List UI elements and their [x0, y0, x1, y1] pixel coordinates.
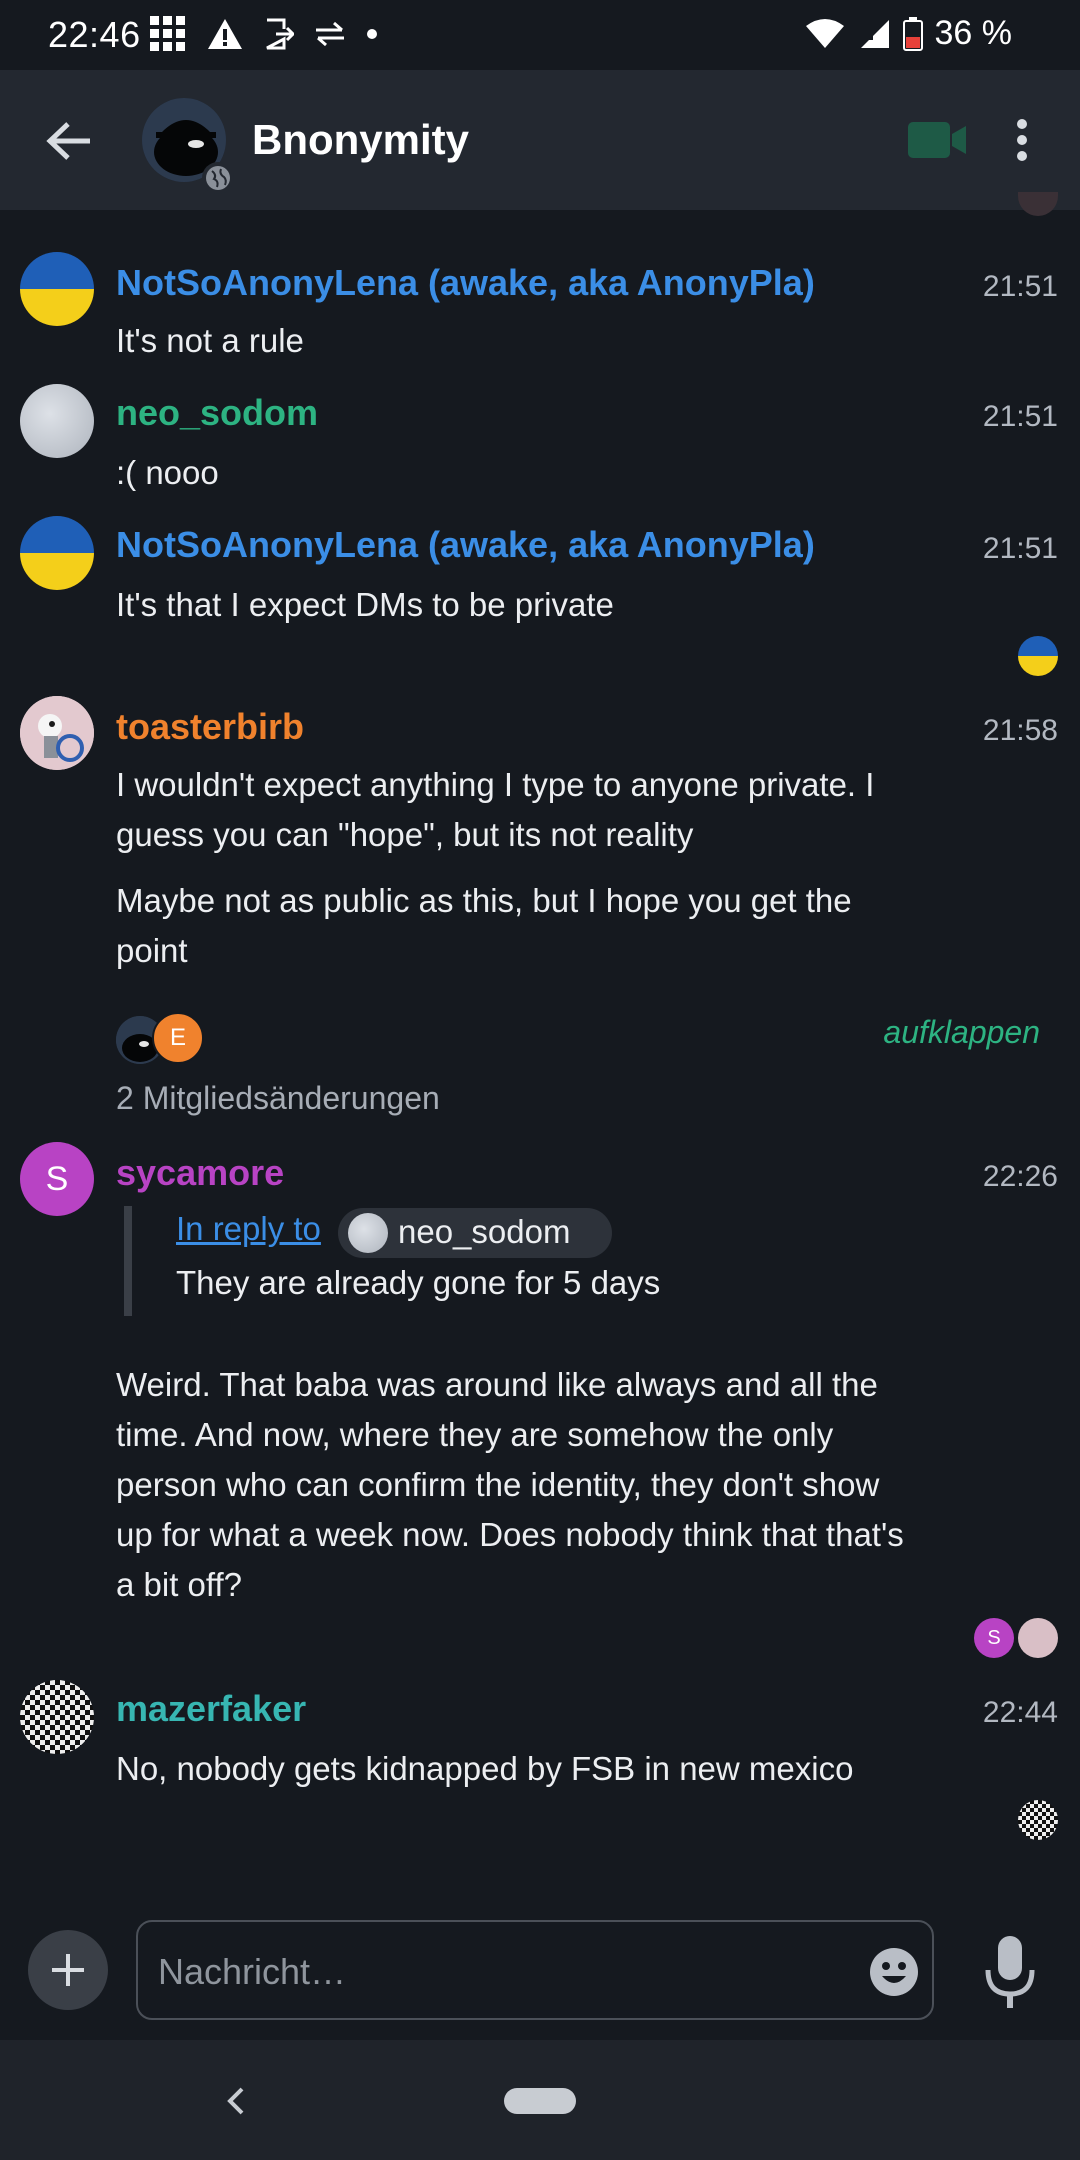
- bird-icon: [20, 696, 94, 770]
- message-body: Maybe not as public as this, but I hope …: [116, 876, 852, 976]
- avatar[interactable]: [20, 252, 94, 326]
- avatar[interactable]: [20, 384, 94, 458]
- message-text: No, nobody gets kidnapped by FSB in new …: [116, 1750, 854, 1787]
- message-sender[interactable]: neo_sodom: [116, 392, 318, 434]
- message-sender[interactable]: mazerfaker: [116, 1688, 306, 1730]
- reply-quote-text: They are already gone for 5 days: [176, 1264, 661, 1301]
- status-notification-icons: [150, 16, 378, 52]
- attach-button[interactable]: [28, 1930, 108, 2010]
- message-text: I wouldn't expect anything I type to any…: [116, 766, 875, 803]
- message-text: a bit off?: [116, 1566, 242, 1603]
- sync-arrows-icon: [316, 21, 344, 47]
- signal-icon: [860, 19, 889, 48]
- message-body: :( nooo: [116, 448, 219, 498]
- member-avatar: E: [152, 1012, 204, 1064]
- message-time: 21:58: [982, 714, 1058, 747]
- read-receipt-avatar: [1018, 192, 1058, 216]
- read-receipt-avatar: S: [974, 1618, 1014, 1658]
- chat-app-bar: Bnonymity: [0, 70, 1080, 210]
- video-call-icon[interactable]: [908, 122, 966, 158]
- message-text: It's that I expect DMs to be private: [116, 586, 614, 623]
- mic-icon[interactable]: [982, 1934, 1038, 2010]
- avatar-letter: S: [45, 1160, 69, 1198]
- avatar[interactable]: [20, 696, 94, 770]
- reply-user-name: neo_sodom: [398, 1213, 571, 1250]
- message-sender[interactable]: NotSoAnonyLena (awake, aka AnonyPla): [116, 524, 815, 566]
- message-body: Weird. That baba was around like always …: [116, 1360, 904, 1610]
- avatar[interactable]: [20, 1680, 94, 1754]
- in-reply-to-link[interactable]: In reply to: [176, 1210, 321, 1248]
- message-time: 21:51: [982, 400, 1058, 433]
- back-arrow-icon[interactable]: [46, 120, 92, 162]
- dot-icon: [367, 29, 377, 39]
- avatar-letter: S: [987, 1627, 1001, 1649]
- grid-icon: [150, 16, 185, 51]
- message-text: guess you can "hope", but its not realit…: [116, 816, 694, 853]
- globe-icon: [206, 166, 230, 190]
- warning-icon: [208, 19, 242, 49]
- home-handle[interactable]: [504, 2088, 576, 2114]
- message-text: up for what a week now. Does nobody thin…: [116, 1516, 904, 1553]
- message-text: :( nooo: [116, 454, 219, 491]
- read-receipt-avatar: [1018, 1618, 1058, 1658]
- message-body: I wouldn't expect anything I type to any…: [116, 760, 874, 860]
- message-text: Weird. That baba was around like always …: [116, 1366, 878, 1403]
- message-body: It's that I expect DMs to be private: [116, 580, 614, 630]
- message-time: 22:26: [982, 1160, 1058, 1193]
- reply-user-pill[interactable]: neo_sodom: [338, 1208, 612, 1258]
- message-composer[interactable]: [136, 1920, 934, 2020]
- message-text: person who can confirm the identity, the…: [116, 1466, 880, 1503]
- message-text: time. And now, where they are somehow th…: [116, 1416, 834, 1453]
- avatar[interactable]: S: [20, 1142, 94, 1216]
- pill-avatar: [348, 1213, 388, 1253]
- message-sender[interactable]: toasterbirb: [116, 706, 304, 748]
- add-icon: [52, 1954, 84, 1986]
- message-text: It's not a rule: [116, 322, 304, 359]
- battery-percent: 36 %: [934, 14, 1013, 52]
- message-input[interactable]: [158, 1946, 838, 1998]
- message-text: point: [116, 932, 188, 969]
- avatar[interactable]: [20, 516, 94, 590]
- read-receipt-avatar: [1018, 1800, 1058, 1840]
- wifi-icon: [805, 18, 844, 48]
- read-receipt-avatar: [1018, 636, 1058, 676]
- avatar-letter: E: [169, 1024, 186, 1051]
- message-time: 22:44: [982, 1696, 1058, 1729]
- emoji-icon[interactable]: [868, 1946, 920, 1998]
- message-body: It's not a rule: [116, 316, 304, 366]
- nav-back-icon[interactable]: [226, 2086, 246, 2116]
- expand-link[interactable]: aufklappen: [883, 1014, 1040, 1051]
- globe-badge: [202, 162, 234, 194]
- more-vert-icon[interactable]: [1016, 118, 1028, 162]
- status-time: 22:46: [48, 14, 141, 55]
- reply-quote-bar: [124, 1206, 132, 1316]
- message-sender[interactable]: sycamore: [116, 1152, 284, 1194]
- system-nav-bar: [0, 2040, 1080, 2160]
- status-right-icons: 36 %: [805, 14, 1013, 53]
- message-time: 21:51: [982, 270, 1058, 303]
- message-text: Maybe not as public as this, but I hope …: [116, 882, 852, 919]
- message-sender[interactable]: NotSoAnonyLena (awake, aka AnonyPla): [116, 262, 815, 304]
- battery-icon: [902, 16, 923, 51]
- message-body: No, nobody gets kidnapped by FSB in new …: [116, 1744, 853, 1794]
- room-title[interactable]: Bnonymity: [252, 116, 469, 164]
- exit-icon: [266, 18, 294, 50]
- status-bar: 22:46 36 %: [0, 0, 1080, 70]
- membership-summary: 2 Mitgliedsänderungen: [116, 1080, 440, 1116]
- message-time: 21:51: [982, 532, 1058, 565]
